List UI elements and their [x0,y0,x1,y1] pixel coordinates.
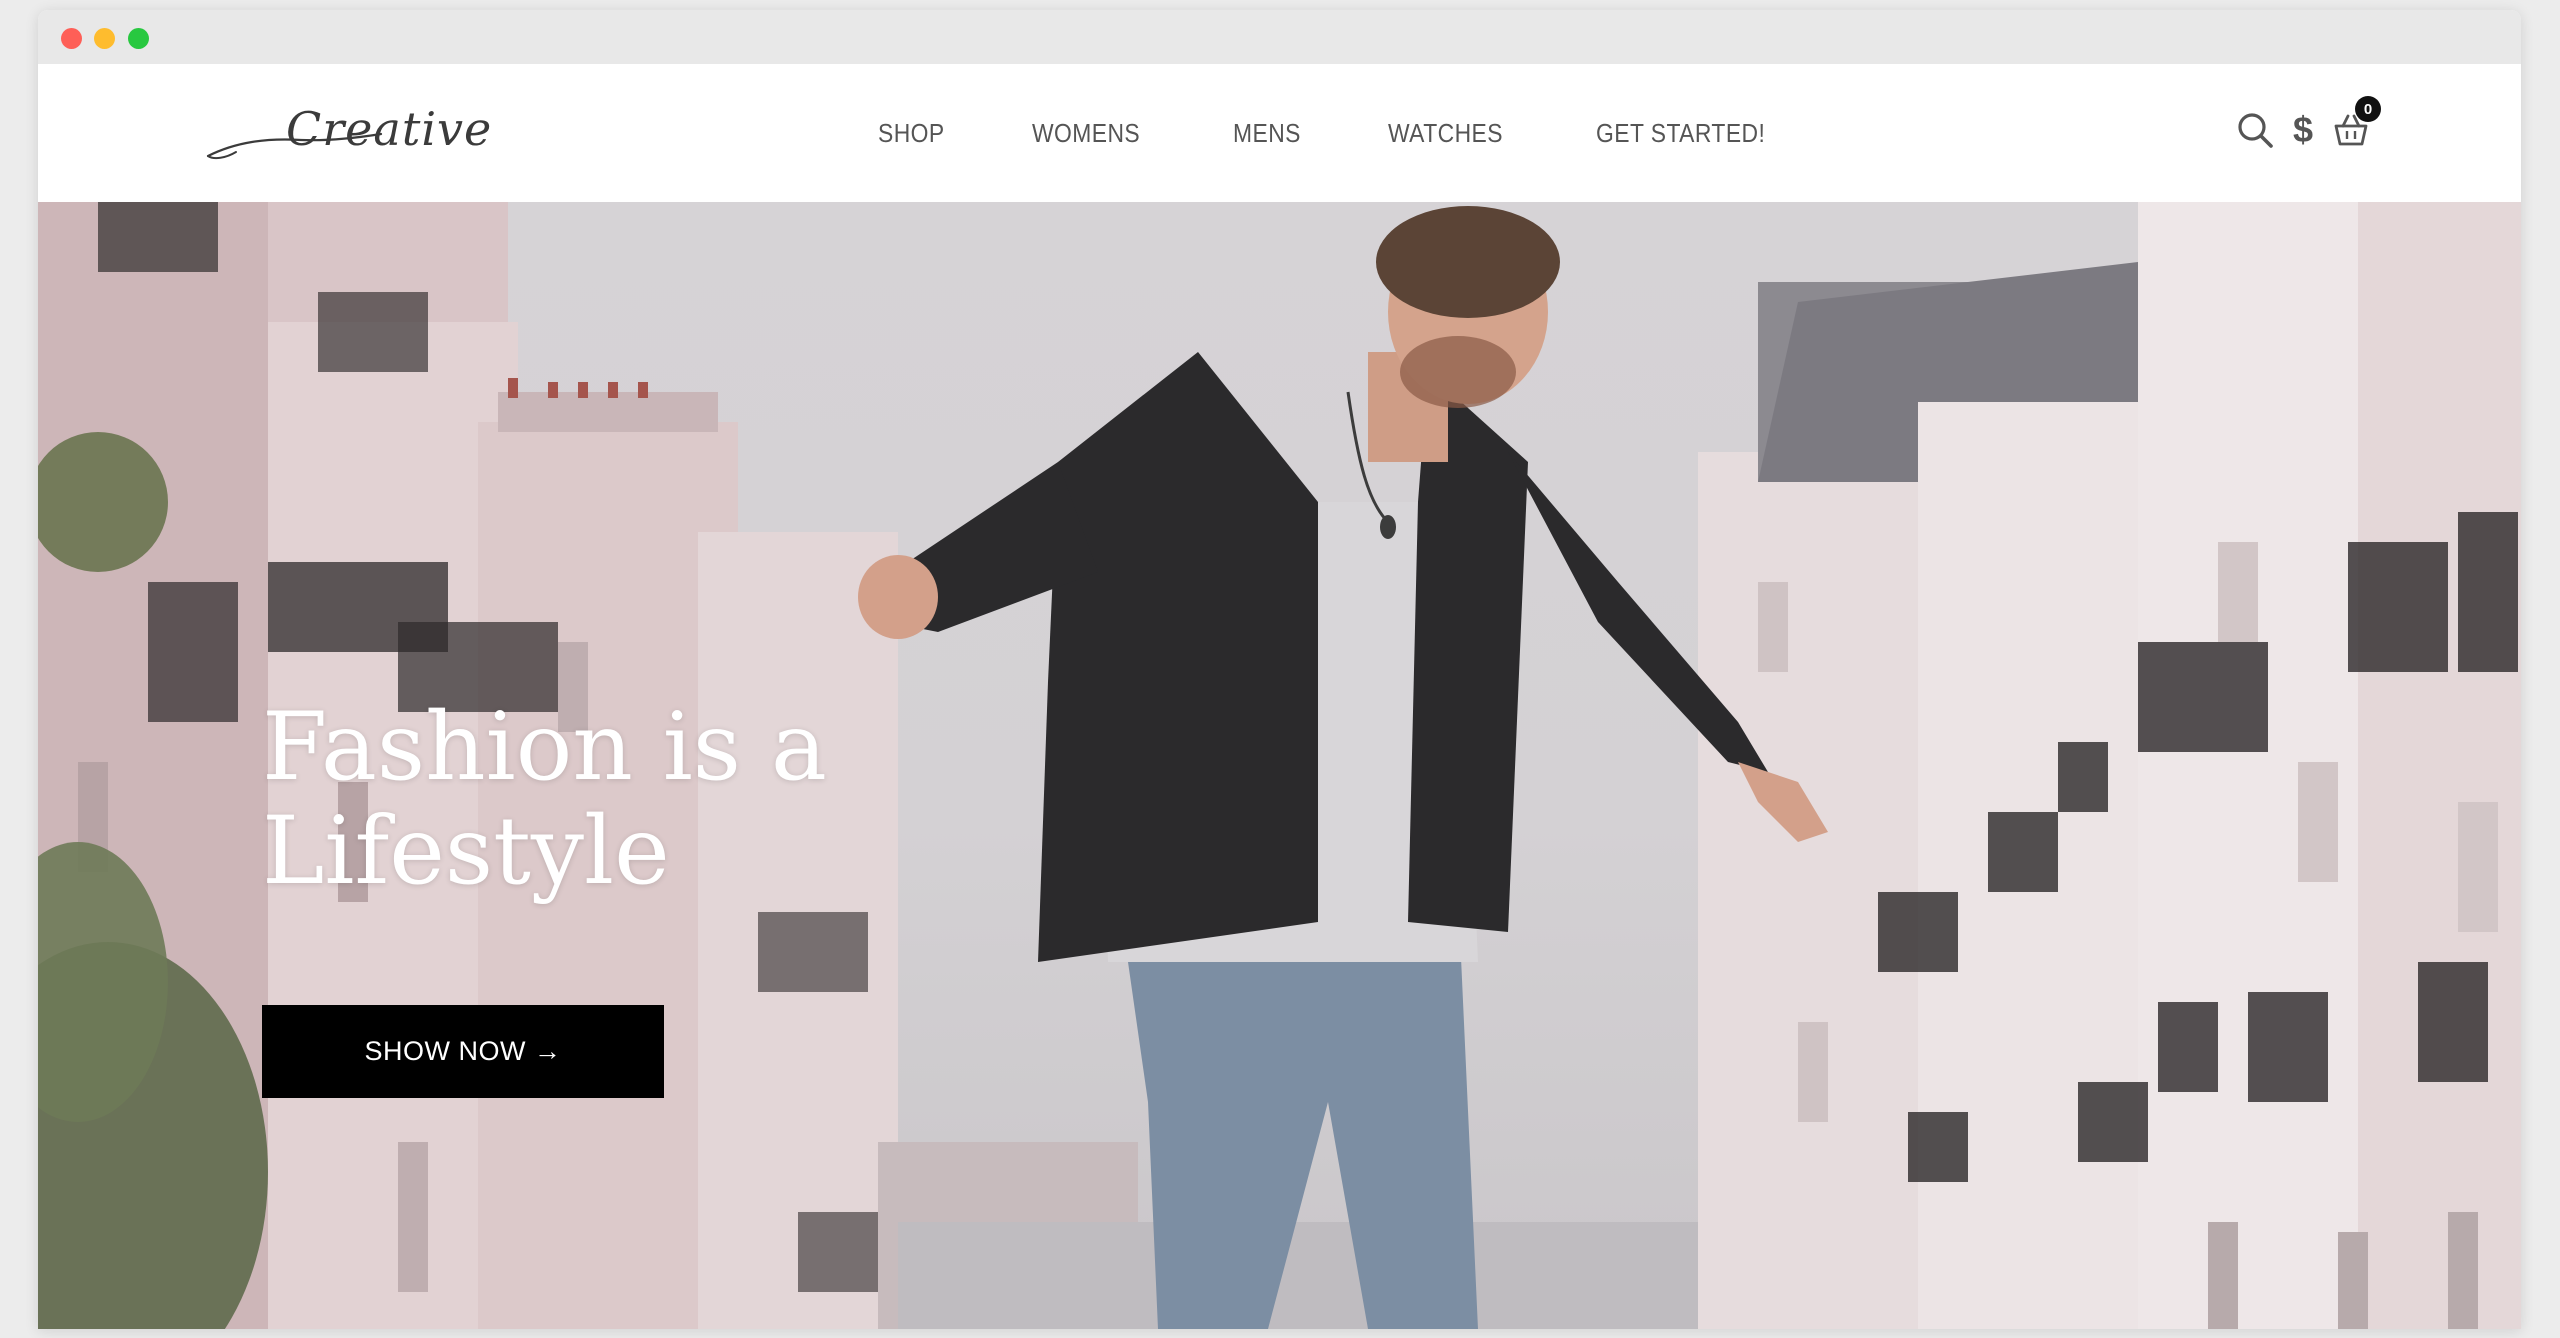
hero-title-line-1: Fashion is a [262,693,827,802]
hero-banner: Fashion is a Lifestyle SHOW NOW → [38,202,2521,1329]
currency-selector[interactable]: $ [2283,110,2323,150]
search-icon[interactable] [2235,110,2275,150]
hero-title-line-2: Lifestyle [262,797,670,906]
nav-item-womens[interactable]: WOMENS [1032,118,1140,149]
minimize-window-button[interactable] [94,28,115,49]
close-window-button[interactable] [61,28,82,49]
logo-text: Creative [286,102,493,156]
header-icons: $ 0 [2227,96,2381,150]
cart-button[interactable]: 0 [2331,96,2381,150]
show-now-button[interactable]: SHOW NOW → [262,1005,664,1098]
nav-item-watches[interactable]: WATCHES [1388,118,1503,149]
site-logo[interactable]: Creative [206,98,491,170]
main-nav: SHOP WOMENS MENS WATCHES GET STARTED! [878,64,1789,202]
nav-item-shop[interactable]: SHOP [878,118,945,149]
cart-count-badge: 0 [2355,96,2381,122]
browser-window: Creative SHOP WOMENS MENS WATCHES GET ST… [38,10,2521,1329]
site-header: Creative SHOP WOMENS MENS WATCHES GET ST… [38,64,2521,202]
maximize-window-button[interactable] [128,28,149,49]
hero-title: Fashion is a Lifestyle [262,696,962,904]
window-titlebar [38,10,2521,65]
nav-item-get-started[interactable]: GET STARTED! [1596,118,1765,149]
nav-item-mens[interactable]: MENS [1233,118,1301,149]
